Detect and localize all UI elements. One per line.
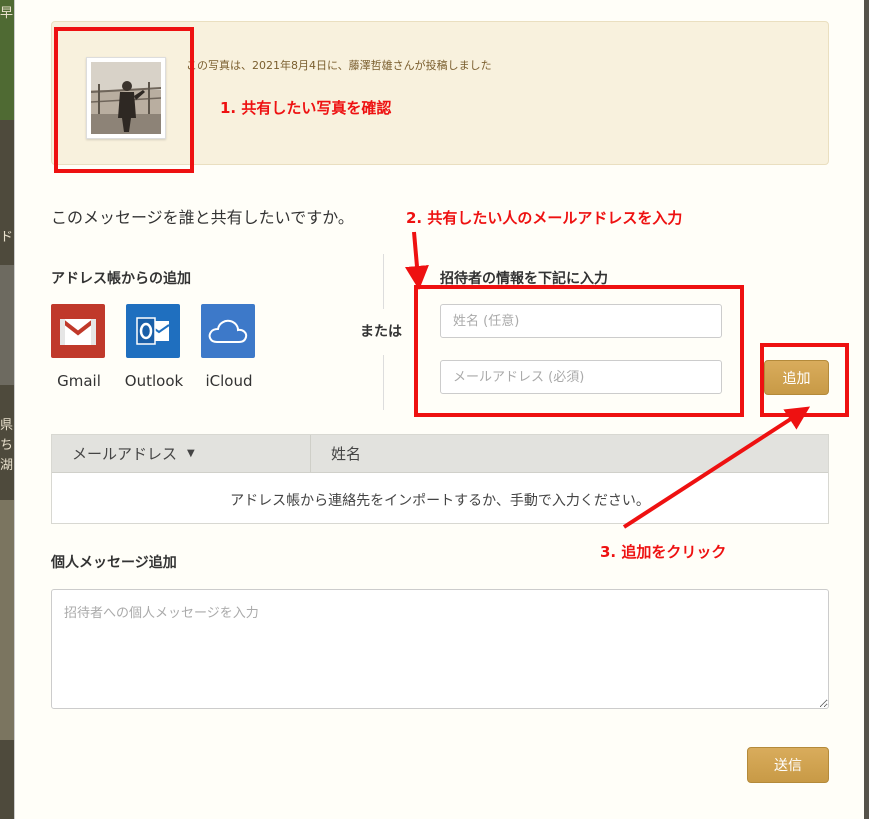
personal-message-title: 個人メッセージ追加	[51, 555, 177, 571]
icloud-label: iCloud	[205, 372, 253, 390]
personal-message-input[interactable]	[51, 589, 829, 709]
annotation-step1: 1. 共有したい写真を確認	[220, 99, 392, 117]
column-name: 姓名	[311, 435, 361, 472]
photo-caption: この写真は、2021年8月4日に、藤澤哲雄さんが投稿しました	[186, 59, 492, 72]
photo-thumbnail[interactable]	[86, 57, 166, 139]
background-text: 県	[0, 418, 14, 433]
sort-down-icon[interactable]: ▼	[187, 448, 195, 459]
name-input[interactable]	[440, 304, 722, 338]
photo-info-box: この写真は、2021年8月4日に、藤澤哲雄さんが投稿しました	[51, 21, 829, 165]
background-text: 湖	[0, 458, 14, 473]
invitee-table: メールアドレス ▼ 姓名 アドレス帳から連絡先をインポートするか、手動で入力くだ…	[51, 434, 829, 524]
vertical-divider	[383, 355, 384, 410]
gmail-import-button[interactable]: Gmail	[51, 304, 107, 390]
share-modal: この写真は、2021年8月4日に、藤澤哲雄さんが投稿しました このメッセージを誰…	[14, 0, 864, 819]
vertical-divider	[383, 254, 384, 309]
annotation-step3: 3. 追加をクリック	[600, 543, 727, 561]
address-book-title: アドレス帳からの追加	[51, 271, 191, 287]
background-text: ち	[0, 438, 14, 453]
photo-image	[91, 62, 161, 134]
gmail-icon	[51, 304, 105, 358]
share-question: このメッセージを誰と共有したいですか。	[51, 208, 354, 227]
background-text: ド	[0, 230, 14, 245]
send-button[interactable]: 送信	[747, 747, 829, 783]
table-empty-message: アドレス帳から連絡先をインポートするか、手動で入力ください。	[230, 493, 650, 509]
table-header: メールアドレス ▼ 姓名	[52, 435, 828, 473]
column-email[interactable]: メールアドレス ▼	[52, 435, 311, 472]
background-block	[0, 500, 14, 740]
outlook-import-button[interactable]: Outlook	[125, 304, 183, 390]
background-page-right	[864, 0, 869, 819]
email-input[interactable]	[440, 360, 722, 394]
background-block	[0, 265, 14, 385]
background-page-left: 早 ド 県 ち 湖	[0, 0, 14, 819]
icloud-icon	[201, 304, 255, 358]
column-email-label: メールアドレス	[72, 445, 178, 463]
or-label: または	[360, 324, 402, 340]
column-name-label: 姓名	[331, 445, 362, 463]
add-button[interactable]: 追加	[764, 360, 829, 395]
annotation-step2: 2. 共有したい人のメールアドレスを入力	[406, 209, 683, 227]
outlook-icon	[126, 304, 180, 358]
icloud-import-button[interactable]: iCloud	[201, 304, 257, 390]
outlook-label: Outlook	[124, 372, 184, 390]
gmail-label: Gmail	[57, 372, 101, 390]
invitee-info-title: 招待者の情報を下記に入力	[440, 271, 608, 287]
background-text: 早	[0, 6, 14, 21]
